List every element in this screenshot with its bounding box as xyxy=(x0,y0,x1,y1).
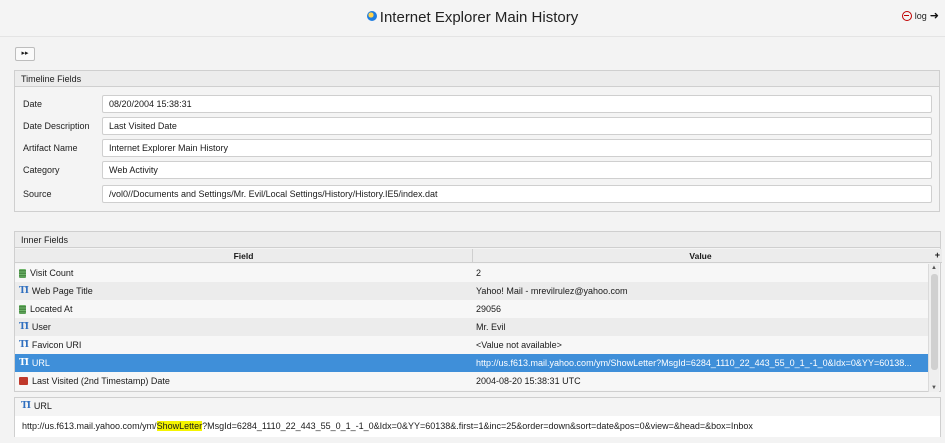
text-icon: TⅠ xyxy=(19,322,29,332)
url-part: ?MsgId=6284_1110_22_443_55_0_1_-1_0&Idx=… xyxy=(202,421,753,431)
field-label: Artifact Name xyxy=(23,143,78,153)
value-cell: Mr. Evil xyxy=(476,322,506,332)
table-row-selected[interactable]: TⅠ URL http://us.f613.mail.yahoo.com/ym/S… xyxy=(15,354,929,372)
table-body: Visit Count 2 TⅠ Web Page Title Yahoo! Ma… xyxy=(15,264,929,392)
table-row[interactable]: TⅠ Web Page Title Yahoo! Mail - mrevilrul… xyxy=(15,282,929,300)
field-cell: User xyxy=(31,322,51,332)
column-header-field[interactable]: Field xyxy=(15,251,472,261)
url-highlight: ShowLetter xyxy=(156,421,203,431)
field-label: Category xyxy=(23,165,60,175)
log-button[interactable]: log ➜ xyxy=(901,9,939,22)
url-detail-header: TⅠ URL xyxy=(15,398,940,415)
category-field[interactable]: Web Activity xyxy=(102,161,932,179)
table-header: Field Value + xyxy=(15,249,942,263)
timeline-fields-panel: Timeline Fields Date 08/20/2004 15:38:31… xyxy=(14,70,940,212)
field-cell: Last Visited (2nd Timestamp) Date xyxy=(32,376,170,386)
header-bar: Internet Explorer Main History log ➜ xyxy=(0,0,945,37)
column-header-value[interactable]: Value xyxy=(472,249,928,262)
field-cell: Located At xyxy=(30,304,73,314)
internet-explorer-icon xyxy=(366,11,377,21)
text-icon: TⅠ xyxy=(19,340,29,350)
timeline-row-category: Category Web Activity xyxy=(15,161,939,179)
value-cell: http://us.f613.mail.yahoo.com/ym/ShowLet… xyxy=(476,358,912,368)
table-scrollbar[interactable]: ▲ ▼ xyxy=(928,264,939,392)
date-description-field[interactable]: Last Visited Date xyxy=(102,117,932,135)
field-cell: Visit Count xyxy=(30,268,74,278)
field-cell: URL xyxy=(31,358,50,368)
date-field[interactable]: 08/20/2004 15:38:31 xyxy=(102,95,932,113)
artifact-name-field[interactable]: Internet Explorer Main History xyxy=(102,139,932,157)
value-cell: 2 xyxy=(476,268,482,278)
source-field[interactable]: /vol0//Documents and Settings/Mr. Evil/L… xyxy=(102,185,932,203)
timeline-row-source: Source /vol0//Documents and Settings/Mr.… xyxy=(15,185,939,203)
field-label: Date xyxy=(23,99,43,109)
timeline-row-artifact-name: Artifact Name Internet Explorer Main His… xyxy=(15,139,939,157)
number-icon xyxy=(19,304,26,314)
add-column-button[interactable]: + xyxy=(935,250,940,260)
url-detail-panel: TⅠ URL http://us.f613.mail.yahoo.com/ym/… xyxy=(14,397,941,437)
url-detail-title: URL xyxy=(33,401,52,411)
table-row[interactable]: TⅠ User Mr. Evil xyxy=(15,318,929,336)
field-label: Source xyxy=(23,189,52,199)
page-title: Internet Explorer Main History xyxy=(0,9,945,26)
calendar-icon xyxy=(19,377,28,385)
field-cell: Favicon URI xyxy=(31,340,82,350)
inner-fields-title: Inner Fields xyxy=(15,232,940,248)
log-icon xyxy=(901,10,912,21)
table-row[interactable]: Located At 29056 xyxy=(15,300,929,318)
table-row[interactable]: TⅠ Favicon URI <Value not available> xyxy=(15,336,929,354)
arrow-right-icon: ➜ xyxy=(929,10,939,22)
text-icon: TⅠ xyxy=(19,286,29,296)
page-title-text: Internet Explorer Main History xyxy=(379,9,579,26)
timeline-fields-title: Timeline Fields xyxy=(15,71,939,87)
log-label: log xyxy=(914,10,927,21)
number-icon xyxy=(19,268,26,278)
timeline-row-date-description: Date Description Last Visited Date xyxy=(15,117,939,135)
text-icon: TⅠ xyxy=(21,401,31,411)
field-label: Date Description xyxy=(23,121,90,131)
scroll-thumb[interactable] xyxy=(931,274,938,370)
value-cell: 29056 xyxy=(476,304,502,314)
value-cell: Yahoo! Mail - mrevilrulez@yahoo.com xyxy=(476,286,628,296)
url-detail-value[interactable]: http://us.f613.mail.yahoo.com/ym/ShowLet… xyxy=(15,416,940,437)
table-row[interactable]: Last Visited (2nd Timestamp) Date 2004-0… xyxy=(15,372,929,390)
url-part: http://us.f613.mail.yahoo.com/ym/ xyxy=(22,421,157,431)
inner-fields-panel: Inner Fields Field Value + Visit Count 2… xyxy=(14,231,942,392)
scroll-up-icon[interactable]: ▲ xyxy=(931,265,937,271)
field-cell: Web Page Title xyxy=(31,286,93,296)
value-cell: <Value not available> xyxy=(476,340,562,350)
table-row[interactable]: Visit Count 2 xyxy=(15,264,929,282)
scroll-down-icon[interactable]: ▼ xyxy=(931,385,937,391)
value-cell: 2004-08-20 15:38:31 UTC xyxy=(476,376,581,386)
timeline-row-date: Date 08/20/2004 15:38:31 xyxy=(15,95,939,113)
forward-button[interactable]: ▸▸ xyxy=(15,47,35,61)
text-icon: TⅠ xyxy=(19,358,29,368)
